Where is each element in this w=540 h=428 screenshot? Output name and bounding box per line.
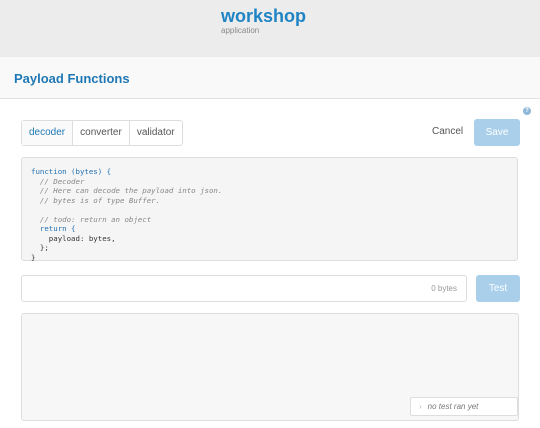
- app-header: workshop application: [0, 0, 540, 56]
- function-tabs: decoder converter validator: [21, 120, 183, 146]
- code-keyword: function (bytes) {: [31, 167, 112, 176]
- app-name[interactable]: workshop: [221, 6, 306, 27]
- save-button[interactable]: Save: [474, 119, 520, 146]
- code-editor[interactable]: function (bytes) { // Decoder // Here ca…: [21, 157, 518, 262]
- tab-converter[interactable]: converter: [73, 121, 130, 145]
- app-subtitle: application: [221, 26, 260, 35]
- test-status: › no test ran yet: [410, 397, 518, 416]
- test-button[interactable]: Test: [476, 275, 520, 302]
- tab-decoder[interactable]: decoder: [22, 121, 74, 145]
- panel-header: Payload Functions: [0, 57, 540, 99]
- payload-input[interactable]: 0 bytes: [21, 275, 467, 302]
- tab-validator[interactable]: validator: [130, 121, 182, 145]
- test-result-area: › no test ran yet: [21, 313, 519, 421]
- byte-count: 0 bytes: [431, 284, 457, 293]
- panel-title: Payload Functions: [14, 71, 130, 86]
- code-line: // Here can decode the payload into json…: [31, 186, 223, 195]
- help-icon[interactable]: ?: [523, 107, 531, 115]
- payload-functions-panel: Payload Functions ? decoder converter va…: [0, 57, 540, 428]
- code-line: // Decoder: [31, 176, 85, 186]
- cancel-button[interactable]: Cancel: [432, 126, 463, 137]
- code-line: return {: [31, 224, 76, 233]
- code-line: };: [31, 243, 49, 252]
- code-line: payload: bytes,: [31, 233, 116, 243]
- code-line: // bytes is of type Buffer.: [31, 195, 161, 205]
- code-line: // todo: return an object: [31, 214, 152, 224]
- chevron-right-icon: ›: [419, 402, 422, 411]
- code-line: }: [31, 252, 36, 262]
- test-status-text: no test ran yet: [427, 402, 479, 411]
- code-line: function (bytes) {: [31, 167, 517, 177]
